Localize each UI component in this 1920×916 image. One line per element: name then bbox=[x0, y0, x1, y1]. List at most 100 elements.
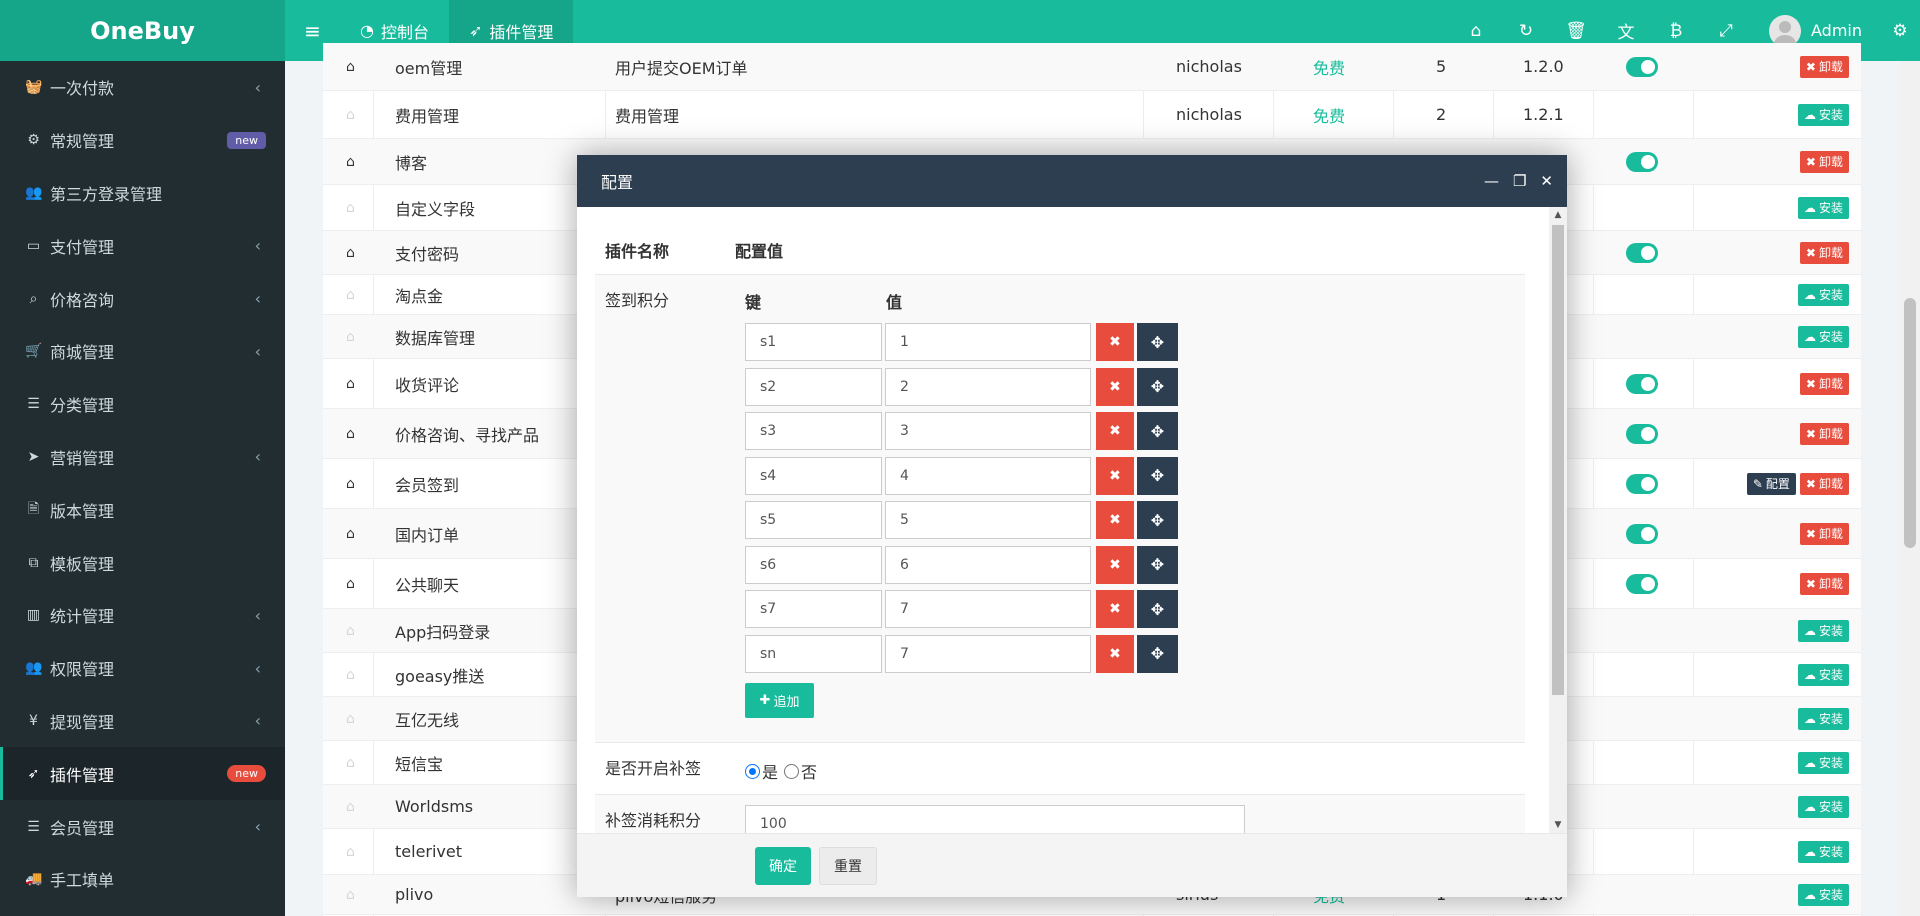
uninstall-button[interactable]: ✖ 卸载 bbox=[1799, 150, 1849, 173]
home-icon[interactable]: ⌂ bbox=[338, 275, 363, 314]
sidebar-item[interactable]: ¥ 提现管理 ‹ bbox=[0, 695, 285, 748]
home-icon[interactable]: ⌂ bbox=[338, 459, 363, 508]
remove-pair-button[interactable]: ✖ bbox=[1096, 590, 1134, 628]
drag-handle-icon[interactable]: ✥ bbox=[1137, 590, 1178, 628]
home-icon[interactable]: ⌂ bbox=[338, 741, 363, 784]
remove-pair-button[interactable]: ✖ bbox=[1096, 634, 1134, 673]
drag-handle-icon[interactable]: ✥ bbox=[1137, 367, 1178, 406]
value-input[interactable]: 7 bbox=[885, 590, 1091, 628]
install-button[interactable]: ☁ 安装 bbox=[1797, 619, 1849, 642]
install-button[interactable]: ☁ 安装 bbox=[1797, 883, 1849, 906]
drag-handle-icon[interactable]: ✥ bbox=[1137, 634, 1178, 673]
home-icon[interactable]: ⌂ bbox=[338, 43, 363, 90]
key-input[interactable]: s2 bbox=[745, 367, 882, 406]
sidebar-item[interactable]: 🚚 手工填单 bbox=[0, 853, 285, 906]
sidebar-item[interactable]: 👥 权限管理 ‹ bbox=[0, 642, 285, 695]
home-icon[interactable]: ⌂ bbox=[338, 139, 363, 184]
value-input[interactable]: 1 bbox=[885, 323, 1091, 361]
enable-toggle[interactable] bbox=[1626, 373, 1658, 394]
enable-toggle[interactable] bbox=[1626, 151, 1658, 172]
sidebar-item[interactable]: ☰ 会员管理 ‹ bbox=[0, 800, 285, 853]
value-input[interactable]: 6 bbox=[885, 545, 1091, 584]
key-input[interactable]: s1 bbox=[745, 323, 882, 361]
drag-handle-icon[interactable]: ✥ bbox=[1137, 456, 1178, 495]
install-button[interactable]: ☁ 安装 bbox=[1797, 196, 1849, 219]
sidebar-item[interactable]: ⚙ 常规管理 new bbox=[0, 114, 285, 167]
install-button[interactable]: ☁ 安装 bbox=[1797, 707, 1849, 730]
install-button[interactable]: ☁ 安装 bbox=[1797, 325, 1849, 348]
sidebar-item[interactable]: ☰ 分类管理 bbox=[0, 378, 285, 431]
makeup-no-radio[interactable] bbox=[784, 763, 800, 779]
scroll-down-icon[interactable]: ▼ bbox=[1549, 817, 1567, 833]
install-button[interactable]: ☁ 安装 bbox=[1797, 751, 1849, 774]
sidebar-item[interactable]: ⌕ 价格咨询 ‹ bbox=[0, 272, 285, 325]
key-input[interactable]: s4 bbox=[745, 456, 882, 495]
scroll-up-icon[interactable]: ▲ bbox=[1549, 207, 1567, 223]
configure-button[interactable]: ✎ 配置 bbox=[1746, 472, 1796, 495]
home-icon[interactable]: ⌂ bbox=[338, 185, 363, 230]
drag-handle-icon[interactable]: ✥ bbox=[1137, 545, 1178, 584]
value-input[interactable]: 7 bbox=[885, 634, 1091, 673]
drag-handle-icon[interactable]: ✥ bbox=[1137, 412, 1178, 450]
enable-toggle[interactable] bbox=[1626, 523, 1658, 544]
sidebar-item[interactable]: ➶ 插件管理 new bbox=[0, 747, 285, 801]
install-button[interactable]: ☁ 安装 bbox=[1797, 283, 1849, 306]
value-input[interactable]: 5 bbox=[885, 501, 1091, 539]
dialog-scrollbar[interactable]: ▲ ▼ bbox=[1549, 207, 1567, 833]
home-icon[interactable]: ⌂ bbox=[338, 875, 363, 914]
remove-pair-button[interactable]: ✖ bbox=[1096, 367, 1134, 406]
uninstall-button[interactable]: ✖ 卸载 bbox=[1799, 372, 1849, 395]
home-icon[interactable]: ⌂ bbox=[338, 315, 363, 358]
append-button[interactable]: ✚ 追加 bbox=[745, 683, 814, 718]
key-input[interactable]: sn bbox=[745, 634, 882, 673]
app-logo[interactable]: OneBuy bbox=[0, 0, 285, 61]
uninstall-button[interactable]: ✖ 卸载 bbox=[1799, 55, 1849, 78]
enable-toggle[interactable] bbox=[1626, 242, 1658, 263]
home-icon[interactable]: ⌂ bbox=[338, 359, 363, 408]
remove-pair-button[interactable]: ✖ bbox=[1096, 456, 1134, 495]
confirm-button[interactable]: 确定 bbox=[755, 846, 811, 885]
enable-toggle[interactable] bbox=[1626, 473, 1658, 494]
enable-toggle[interactable] bbox=[1626, 573, 1658, 594]
page-scrollbar[interactable] bbox=[1900, 61, 1920, 916]
sidebar-item[interactable]: 🧺 一次付款 ‹ bbox=[0, 61, 285, 114]
sidebar-item[interactable]: 👥 第三方登录管理 bbox=[0, 167, 285, 220]
maximize-icon[interactable]: ❐ bbox=[1513, 172, 1526, 190]
sidebar-item[interactable]: ▭ 支付管理 ‹ bbox=[0, 219, 285, 272]
install-button[interactable]: ☁ 安装 bbox=[1797, 795, 1849, 818]
key-input[interactable]: s3 bbox=[745, 412, 882, 450]
sidebar-item[interactable]: ▥ 统计管理 ‹ bbox=[0, 589, 285, 642]
home-icon[interactable]: ⌂ bbox=[338, 697, 363, 740]
home-icon[interactable]: ⌂ bbox=[338, 231, 363, 274]
uninstall-button[interactable]: ✖ 卸载 bbox=[1799, 472, 1849, 495]
uninstall-button[interactable]: ✖ 卸载 bbox=[1799, 241, 1849, 264]
enable-toggle[interactable] bbox=[1626, 56, 1658, 77]
minimize-icon[interactable]: — bbox=[1484, 172, 1499, 190]
uninstall-button[interactable]: ✖ 卸载 bbox=[1799, 422, 1849, 445]
key-input[interactable]: s7 bbox=[745, 590, 882, 628]
home-icon[interactable]: ⌂ bbox=[338, 409, 363, 458]
uninstall-button[interactable]: ✖ 卸载 bbox=[1799, 522, 1849, 545]
home-icon[interactable]: ⌂ bbox=[338, 91, 363, 138]
close-icon[interactable]: ✕ bbox=[1540, 172, 1553, 190]
reset-button[interactable]: 重置 bbox=[819, 846, 877, 885]
remove-pair-button[interactable]: ✖ bbox=[1096, 323, 1134, 361]
drag-handle-icon[interactable]: ✥ bbox=[1137, 501, 1178, 539]
key-input[interactable]: s6 bbox=[745, 545, 882, 584]
install-button[interactable]: ☁ 安装 bbox=[1797, 840, 1849, 863]
home-icon[interactable]: ⌂ bbox=[338, 509, 363, 558]
value-input[interactable]: 4 bbox=[885, 456, 1091, 495]
value-input[interactable]: 2 bbox=[885, 367, 1091, 406]
gear-icon[interactable]: ⚙ bbox=[1880, 0, 1920, 61]
install-button[interactable]: ☁ 安装 bbox=[1797, 103, 1849, 126]
uninstall-button[interactable]: ✖ 卸载 bbox=[1799, 572, 1849, 595]
home-icon[interactable]: ⌂ bbox=[338, 559, 363, 608]
remove-pair-button[interactable]: ✖ bbox=[1096, 545, 1134, 584]
home-icon[interactable]: ⌂ bbox=[338, 609, 363, 652]
home-icon[interactable]: ⌂ bbox=[338, 829, 363, 874]
sidebar-item[interactable]: ⧉ 模板管理 bbox=[0, 536, 285, 589]
install-button[interactable]: ☁ 安装 bbox=[1797, 663, 1849, 686]
makeup-cost-input[interactable]: 100 bbox=[745, 805, 1245, 833]
enable-toggle[interactable] bbox=[1626, 423, 1658, 444]
remove-pair-button[interactable]: ✖ bbox=[1096, 412, 1134, 450]
